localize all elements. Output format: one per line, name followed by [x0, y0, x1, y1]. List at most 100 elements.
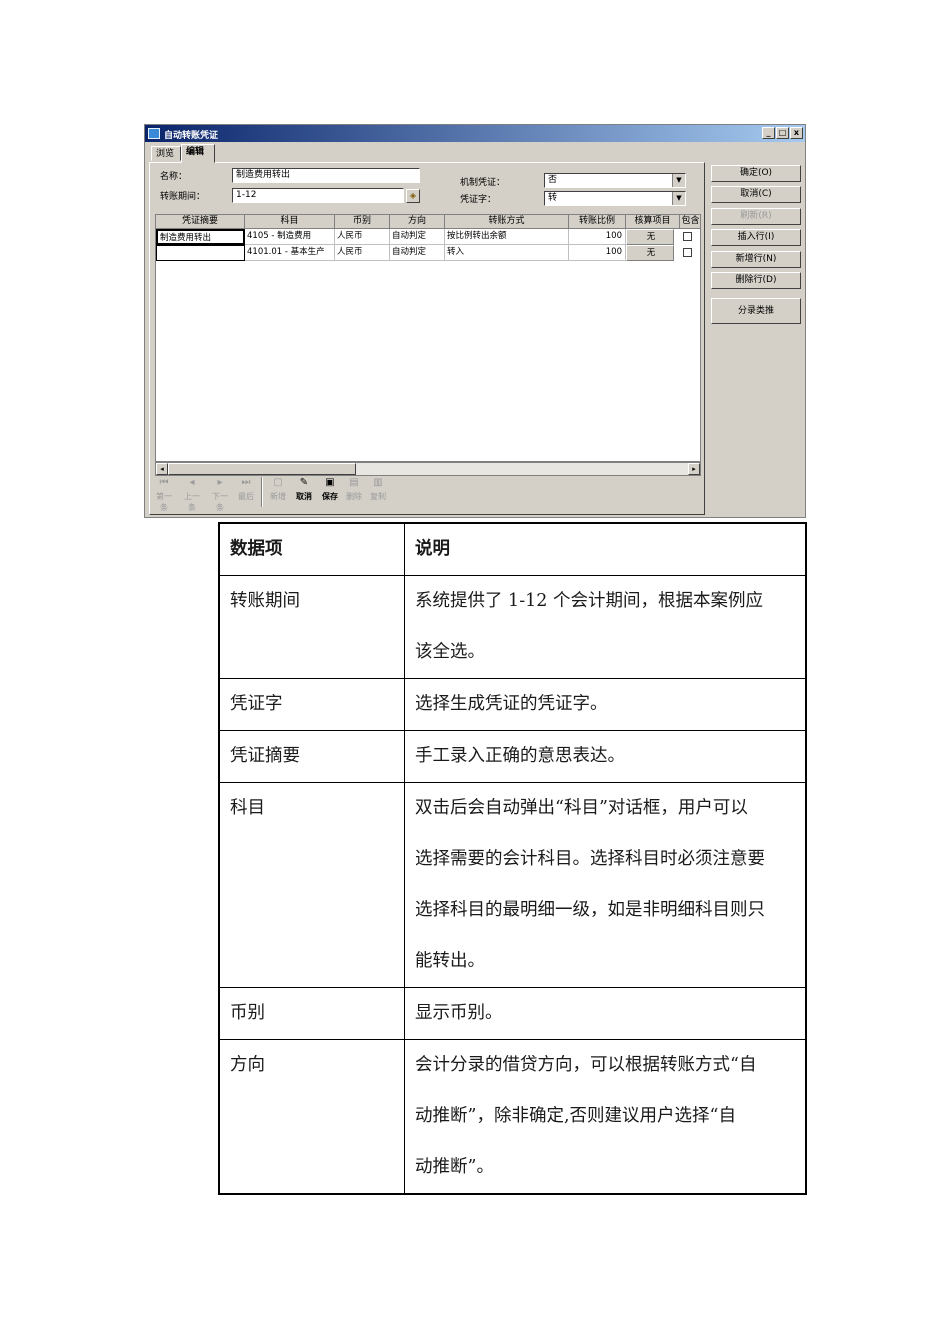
ok-button[interactable]: 确定(O) [711, 165, 801, 182]
name-label: 名称： [160, 172, 188, 182]
col-header-ratio[interactable]: 转账比例 [569, 215, 626, 229]
description-line: 会计分录的借贷方向，可以根据转账方式“自 [415, 1055, 757, 1075]
cell-account[interactable]: 4105 - 制造费用 [245, 229, 335, 245]
cancel-button[interactable]: 取消(C) [711, 186, 801, 203]
period-label: 转账期间： [160, 192, 206, 202]
description-line: 系统提供了 1-12 个会计期间，根据本案例应 [415, 591, 763, 611]
description-cell: 显示币别。 [404, 987, 807, 1040]
last-icon: ⏭ [241, 477, 251, 488]
chevron-down-icon[interactable]: ▼ [672, 192, 685, 205]
entries-grid: 凭证摘要 科目 币别 方向 转账方式 转账比例 核算项目 包含 制造费用转出 4… [155, 214, 701, 462]
table-row: 币别 显示币别。 [218, 987, 807, 1040]
new-label: 新增 [270, 492, 286, 501]
description-line: 选择生成凭证的凭证字。 [415, 694, 608, 714]
app-icon [148, 128, 160, 139]
cancel-label: 取消 [296, 492, 312, 501]
insert-row-button[interactable]: 插入行(I) [711, 229, 801, 246]
cell-currency[interactable]: 人民币 [335, 245, 390, 261]
col-header-currency[interactable]: 币别 [335, 215, 390, 229]
refresh-button[interactable]: 刷新(R) [711, 208, 801, 225]
include-checkbox[interactable] [683, 232, 692, 241]
delete-record-button[interactable]: ▤ 删除 [343, 475, 365, 502]
tab-browse[interactable]: 浏览 [151, 146, 181, 161]
table-row: 转账期间 系统提供了 1-12 个会计期间，根据本案例应 该全选。 [218, 575, 807, 679]
description-cell: 双击后会自动弹出“科目”对话框，用户可以 选择需要的会计科目。选择科目时必须注意… [404, 782, 807, 988]
next-icon: ▸ [217, 477, 223, 488]
save-icon: ▣ [325, 477, 335, 488]
scroll-right-icon[interactable]: ▸ [688, 463, 700, 475]
period-field[interactable]: 1-12 [232, 188, 404, 203]
col-header-direction[interactable]: 方向 [390, 215, 445, 229]
delete-icon: ▤ [349, 477, 359, 488]
cell-ratio[interactable]: 100 [569, 245, 626, 261]
first-icon: ⏮ [159, 477, 169, 488]
add-row-button[interactable]: 新增行(N) [711, 251, 801, 268]
include-checkbox[interactable] [683, 248, 692, 257]
data-item-cell: 凭证字 [218, 678, 405, 731]
last-record-button[interactable]: ⏭ 最后 [235, 475, 257, 502]
cell-direction[interactable]: 自动判定 [390, 229, 445, 245]
description-line: 动推断”。 [415, 1157, 494, 1177]
col-header-item[interactable]: 核算项目 [626, 215, 680, 229]
col-header-account[interactable]: 科目 [245, 215, 335, 229]
cell-method[interactable]: 转入 [445, 245, 569, 261]
description-line: 显示币别。 [415, 1003, 503, 1023]
scroll-left-icon[interactable]: ◂ [156, 463, 168, 475]
header-data-item: 数据项 [218, 522, 405, 576]
cancel-record-button[interactable]: ✎ 取消 [293, 475, 315, 502]
next-record-button[interactable]: ▸ 下一条 [209, 475, 231, 513]
title-bar[interactable]: 自动转账凭证 _ □ x [145, 125, 805, 142]
cell-ratio[interactable]: 100 [569, 229, 626, 245]
copy-icon: ▥ [373, 477, 383, 488]
voucher-word-select[interactable]: 转 ▼ [544, 191, 686, 206]
entry-analogy-button[interactable]: 分录类推 [711, 298, 801, 324]
description-cell: 系统提供了 1-12 个会计期间，根据本案例应 该全选。 [404, 575, 807, 679]
cell-summary[interactable] [156, 245, 245, 261]
cell-summary[interactable]: 制造费用转出 [156, 229, 245, 245]
data-item-cell: 方向 [218, 1039, 405, 1195]
col-header-summary[interactable]: 凭证摘要 [156, 215, 245, 229]
cell-currency[interactable]: 人民币 [335, 229, 390, 245]
first-record-button[interactable]: ⏮ 第一条 [153, 475, 175, 513]
cell-item-button[interactable]: 无 [626, 229, 674, 245]
table-row: 科目 双击后会自动弹出“科目”对话框，用户可以 选择需要的会计科目。选择科目时必… [218, 782, 807, 988]
copy-label: 复制 [370, 492, 386, 501]
name-field[interactable]: 制造费用转出 [232, 168, 420, 183]
col-header-include[interactable]: 包含 [680, 215, 700, 229]
description-line: 该全选。 [415, 642, 485, 662]
period-picker-icon[interactable]: ◈ [406, 189, 420, 203]
next-label: 下一条 [212, 492, 228, 512]
cell-method[interactable]: 按比例转出余额 [445, 229, 569, 245]
close-icon[interactable]: x [790, 127, 803, 139]
description-cell: 会计分录的借贷方向，可以根据转账方式“自 动推断”，除非确定,否则建议用户选择“… [404, 1039, 807, 1195]
prev-record-button[interactable]: ◂ 上一条 [181, 475, 203, 513]
first-label: 第一条 [156, 492, 172, 512]
delete-row-button[interactable]: 删除行(D) [711, 272, 801, 289]
table-header-row: 数据项 说明 [218, 522, 807, 576]
description-cell: 手工录入正确的意思表达。 [404, 730, 807, 783]
machine-voucher-select[interactable]: 否 ▼ [544, 173, 686, 188]
copy-record-button[interactable]: ▥ 复制 [367, 475, 389, 502]
description-line: 选择需要的会计科目。选择科目时必须注意要 [415, 849, 765, 869]
save-record-button[interactable]: ▣ 保存 [319, 475, 341, 502]
cell-item-button[interactable]: 无 [626, 245, 674, 261]
new-record-button[interactable]: ▢ 新增 [267, 475, 289, 502]
cell-account[interactable]: 4101.01 - 基本生产 [245, 245, 335, 261]
machine-voucher-label: 机制凭证： [460, 178, 506, 188]
description-line: 双击后会自动弹出“科目”对话框，用户可以 [415, 798, 748, 818]
tab-edit[interactable]: 编辑 [181, 144, 215, 163]
last-label: 最后 [238, 492, 254, 501]
table-row: 方向 会计分录的借贷方向，可以根据转账方式“自 动推断”，除非确定,否则建议用户… [218, 1039, 807, 1195]
col-header-method[interactable]: 转账方式 [445, 215, 569, 229]
table-row: 凭证字 选择生成凭证的凭证字。 [218, 678, 807, 731]
scroll-thumb[interactable] [168, 463, 356, 475]
minimize-icon[interactable]: _ [762, 127, 775, 139]
auto-transfer-voucher-window: 自动转账凭证 _ □ x 浏览 编辑 名称： 制造费用转出 转账期间： 1-12… [144, 124, 806, 518]
save-label: 保存 [322, 492, 338, 501]
maximize-icon[interactable]: □ [776, 127, 789, 139]
prev-icon: ◂ [189, 477, 195, 488]
chevron-down-icon[interactable]: ▼ [672, 174, 685, 187]
cell-direction[interactable]: 自动判定 [390, 245, 445, 261]
horizontal-scrollbar[interactable]: ◂ ▸ [155, 462, 701, 476]
description-cell: 选择生成凭证的凭证字。 [404, 678, 807, 731]
